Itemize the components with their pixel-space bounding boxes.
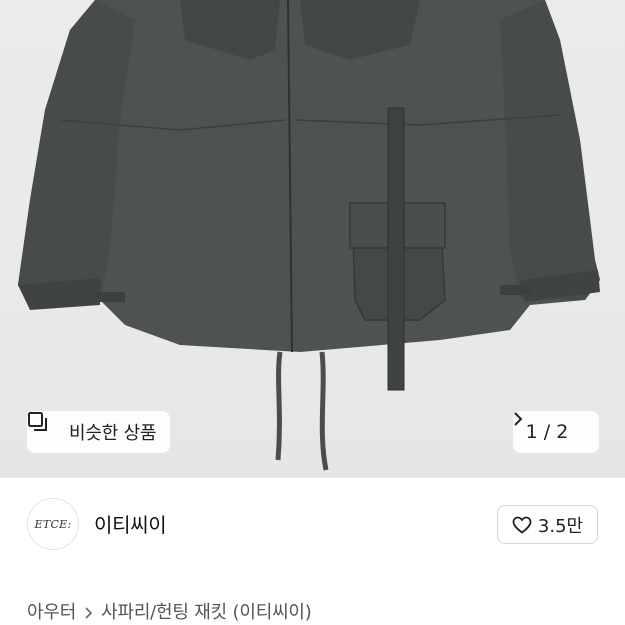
- shop-logo[interactable]: ETCE:: [27, 498, 79, 550]
- shop-info-row: ETCE: 이티씨이 3.5만: [0, 478, 625, 570]
- chevron-right-icon: [514, 412, 586, 440]
- like-count: 3.5만: [537, 515, 584, 537]
- breadcrumb-item-subcategory[interactable]: 사파리/헌팅 재킷 (이티씨이): [101, 598, 312, 624]
- like-button[interactable]: 3.5만: [497, 505, 598, 544]
- breadcrumb-item-category[interactable]: 아우터: [27, 598, 76, 624]
- overlapping-squares-icon: [28, 412, 61, 443]
- heart-outline-icon: [512, 516, 532, 534]
- product-image[interactable]: 비슷한 상품 1 / 2: [0, 0, 625, 478]
- pager-text: 1 / 2: [525, 421, 569, 443]
- shop-name[interactable]: 이티씨이: [94, 509, 167, 538]
- breadcrumb: 아우터 사파리/헌팅 재킷 (이티씨이): [27, 598, 312, 624]
- shop-logo-text: ETCE:: [34, 517, 72, 531]
- image-pager-button[interactable]: 1 / 2: [513, 411, 599, 453]
- jacket-image: [18, 0, 600, 471]
- similar-products-button[interactable]: 비슷한 상품: [27, 411, 171, 453]
- similar-products-label: 비슷한 상품: [69, 423, 157, 444]
- chevron-right-icon: [84, 604, 93, 619]
